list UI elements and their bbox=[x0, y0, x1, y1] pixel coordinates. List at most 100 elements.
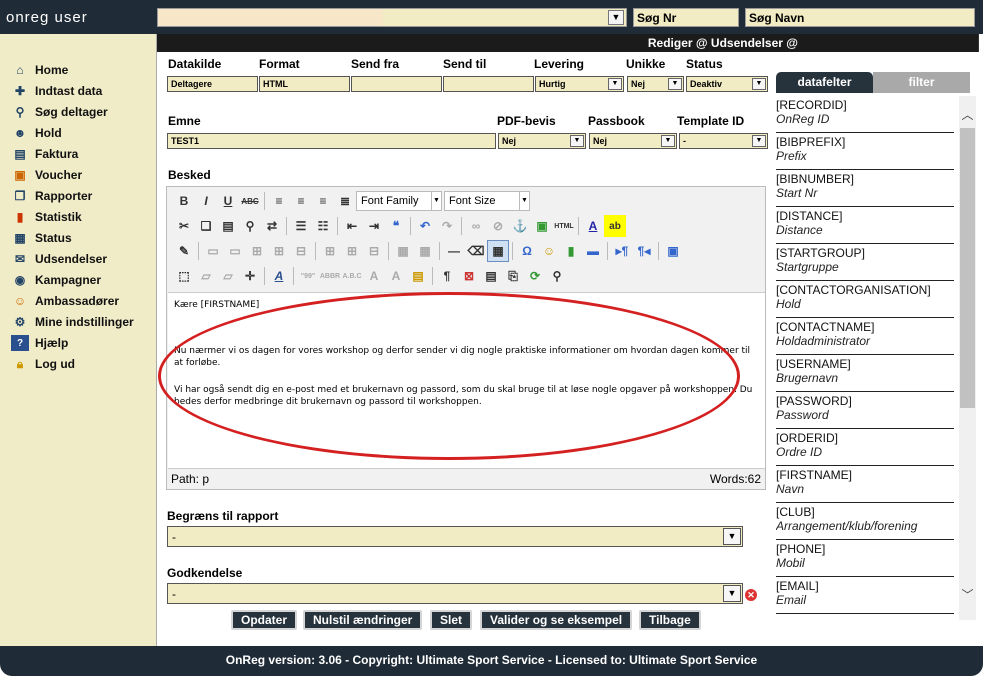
cell-props-icon[interactable]: ▭ bbox=[224, 240, 246, 262]
link-icon[interactable]: ∞ bbox=[465, 215, 487, 237]
move-backward-icon[interactable]: ▱ bbox=[217, 265, 239, 287]
advanced-hr-icon[interactable]: ▬ bbox=[582, 240, 604, 262]
sidebar-item-logud[interactable]: 🔒︎ Log ud bbox=[11, 354, 75, 374]
begraens-select[interactable]: - ▼ bbox=[167, 526, 743, 547]
replace-icon[interactable]: ⇄ bbox=[261, 215, 283, 237]
acronym-icon[interactable]: A.B.C bbox=[341, 265, 363, 287]
emne-field[interactable]: TEST1 bbox=[167, 133, 496, 149]
find-icon[interactable]: ⚲ bbox=[239, 215, 261, 237]
unikke-select[interactable]: Nej ▼ bbox=[627, 76, 684, 92]
anchor-icon[interactable]: ⚓ bbox=[509, 215, 531, 237]
sidebar-item-hold[interactable]: ☻ Hold bbox=[11, 123, 62, 143]
cut-icon[interactable]: ✂ bbox=[173, 215, 195, 237]
delete-col-icon[interactable]: ⊟ bbox=[363, 240, 385, 262]
italic-button[interactable]: I bbox=[195, 190, 217, 212]
ins-icon[interactable]: A bbox=[385, 265, 407, 287]
edit-table-icon[interactable]: ✎ bbox=[173, 240, 195, 262]
align-left-icon[interactable]: ≡ bbox=[268, 190, 290, 212]
back-button[interactable]: Tilbage bbox=[639, 610, 701, 630]
attribs-icon[interactable]: ▤ bbox=[407, 265, 429, 287]
ltr-icon[interactable]: ▸¶ bbox=[611, 240, 633, 262]
sidebar-item-kampagner[interactable]: ◉ Kampagner bbox=[11, 270, 101, 290]
field-item[interactable]: [CONTACTNAME] Holdadministrator bbox=[776, 318, 954, 355]
absolute-icon[interactable]: ✛ bbox=[239, 265, 261, 287]
scroll-down-icon[interactable]: ﹀ bbox=[959, 586, 976, 602]
visual-chars-icon[interactable]: ¶ bbox=[436, 265, 458, 287]
bold-button[interactable]: B bbox=[173, 190, 195, 212]
media-icon[interactable]: ▮ bbox=[560, 240, 582, 262]
event-select[interactable]: ▼ bbox=[157, 8, 627, 27]
redo-icon[interactable]: ↷ bbox=[436, 215, 458, 237]
horizontal-rule-icon[interactable]: — bbox=[443, 240, 465, 262]
field-item[interactable]: [RECORDID] OnReg ID bbox=[776, 96, 954, 133]
send-til-field[interactable] bbox=[443, 76, 534, 92]
passbook-select[interactable]: Nej ▼ bbox=[589, 133, 677, 149]
omega-icon[interactable]: Ω bbox=[516, 240, 538, 262]
abbr-icon[interactable]: ABBR bbox=[319, 265, 341, 287]
styles-icon[interactable]: A bbox=[268, 265, 290, 287]
clear-icon[interactable]: ✕ bbox=[745, 589, 757, 601]
split-cells-icon[interactable]: ▦ bbox=[392, 240, 414, 262]
rtl-icon[interactable]: ¶◂ bbox=[633, 240, 655, 262]
eraser-icon[interactable]: ⌫ bbox=[465, 240, 487, 262]
sidebar-item-status[interactable]: ▦ Status bbox=[11, 228, 71, 248]
bullet-list-icon[interactable]: ☰ bbox=[290, 215, 312, 237]
emoticon-icon[interactable]: ☺ bbox=[538, 240, 560, 262]
insert-col-before-icon[interactable]: ⊞ bbox=[319, 240, 341, 262]
sidebar-item-hjaelp[interactable]: ? Hjælp bbox=[11, 333, 68, 353]
move-forward-icon[interactable]: ▱ bbox=[195, 265, 217, 287]
sidebar-item-soeg[interactable]: ⚲ Søg deltager bbox=[11, 102, 108, 122]
text-color-icon[interactable]: A bbox=[582, 215, 604, 237]
field-item[interactable]: [EMAIL] Email bbox=[776, 577, 954, 614]
tab-datafelter[interactable]: datafelter bbox=[776, 72, 873, 93]
font-size-select[interactable]: Font Size ▼ bbox=[444, 191, 530, 211]
field-list-scrollbar[interactable]: ︿ ﹀ bbox=[959, 96, 976, 620]
field-item[interactable]: [CONTACTORGANISATION] Hold bbox=[776, 281, 954, 318]
template-icon[interactable]: ▤ bbox=[480, 265, 502, 287]
field-item[interactable]: [CLUB] Arrangement/klub/forening bbox=[776, 503, 954, 540]
insert-col-after-icon[interactable]: ⊞ bbox=[341, 240, 363, 262]
unlink-icon[interactable]: ⊘ bbox=[487, 215, 509, 237]
row-props-icon[interactable]: ▭ bbox=[202, 240, 224, 262]
nonbreaking-icon[interactable]: ⊠ bbox=[458, 265, 480, 287]
sidebar-item-udsendelser[interactable]: ✉ Udsendelser bbox=[11, 249, 107, 269]
restore-draft-icon[interactable]: ⟳ bbox=[524, 265, 546, 287]
validate-button[interactable]: Valider og se eksempel bbox=[480, 610, 633, 630]
reset-button[interactable]: Nulstil ændringer bbox=[303, 610, 423, 630]
levering-select[interactable]: Hurtig ▼ bbox=[535, 76, 624, 92]
sidebar-item-voucher[interactable]: ▣ Voucher bbox=[11, 165, 82, 185]
field-item[interactable]: [USERNAME] Brugernavn bbox=[776, 355, 954, 392]
underline-button[interactable]: U bbox=[217, 190, 239, 212]
template-select[interactable]: - ▼ bbox=[679, 133, 768, 149]
align-center-icon[interactable]: ≡ bbox=[290, 190, 312, 212]
format-field[interactable]: HTML bbox=[259, 76, 350, 92]
pdf-select[interactable]: Nej ▼ bbox=[498, 133, 586, 149]
search-nr-input[interactable]: Søg Nr bbox=[633, 8, 739, 27]
field-item[interactable]: [FIRSTNAME] Navn bbox=[776, 466, 954, 503]
outdent-icon[interactable]: ⇤ bbox=[341, 215, 363, 237]
pagebreak-icon[interactable]: ⎘ bbox=[502, 265, 524, 287]
field-item[interactable]: [BIBNUMBER] Start Nr bbox=[776, 170, 954, 207]
field-item[interactable]: [DISTANCE] Distance bbox=[776, 207, 954, 244]
field-item[interactable]: [PHONE] Mobil bbox=[776, 540, 954, 577]
sidebar-item-statistik[interactable]: ▮ Statistik bbox=[11, 207, 82, 227]
blockquote-icon[interactable]: ❝ bbox=[385, 215, 407, 237]
sidebar-item-rapporter[interactable]: ❐ Rapporter bbox=[11, 186, 93, 206]
sidebar-item-indtast[interactable]: ✚ Indtast data bbox=[11, 81, 102, 101]
sidebar-item-home[interactable]: ⌂ Home bbox=[11, 60, 68, 80]
preview-icon[interactable]: ⚲ bbox=[546, 265, 568, 287]
send-fra-field[interactable] bbox=[351, 76, 442, 92]
html-icon[interactable]: HTML bbox=[553, 215, 575, 237]
sidebar-item-indstillinger[interactable]: ⚙ Mine indstillinger bbox=[11, 312, 134, 332]
undo-icon[interactable]: ↶ bbox=[414, 215, 436, 237]
insert-row-before-icon[interactable]: ⊞ bbox=[246, 240, 268, 262]
field-item[interactable]: [BIBPREFIX] Prefix bbox=[776, 133, 954, 170]
insert-row-after-icon[interactable]: ⊞ bbox=[268, 240, 290, 262]
align-justify-icon[interactable]: ≣ bbox=[334, 190, 356, 212]
field-item[interactable]: [STARTGROUP] Startgruppe bbox=[776, 244, 954, 281]
sidebar-item-ambassadoerer[interactable]: ☺ Ambassadører bbox=[11, 291, 119, 311]
field-item[interactable]: [PASSWORD] Password bbox=[776, 392, 954, 429]
scroll-up-icon[interactable]: ︿ bbox=[959, 106, 976, 122]
delete-button[interactable]: Slet bbox=[430, 610, 473, 630]
status-select[interactable]: Deaktiv ▼ bbox=[686, 76, 768, 92]
